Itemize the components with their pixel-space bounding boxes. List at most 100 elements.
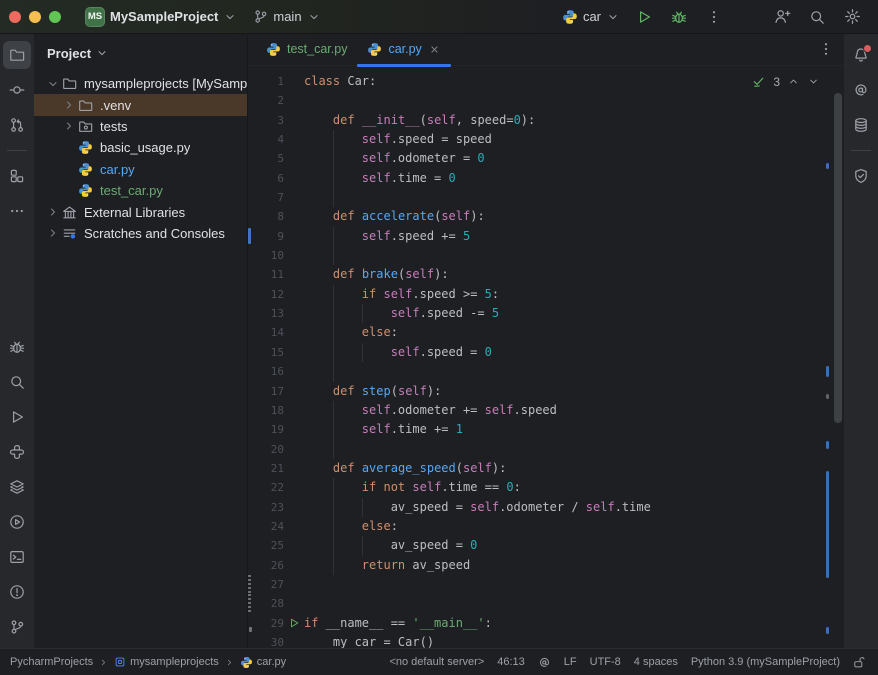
debug-button[interactable] [665,3,693,31]
tree-item-basic-usage-py[interactable]: basic_usage.py [34,137,247,158]
code-line-28[interactable]: 28 [248,594,844,613]
line-number[interactable]: 22 [248,478,284,497]
line-number[interactable]: 27 [248,575,284,594]
code-line-20[interactable]: 20 [248,440,844,459]
line-number[interactable]: 20 [248,440,284,459]
code-line-8[interactable]: 8 def accelerate(self): [248,207,844,226]
project-tool-icon[interactable] [3,41,31,69]
tree-item-scratches-and-consoles[interactable]: Scratches and Consoles [34,223,247,244]
code-line-7[interactable]: 7 [248,188,844,207]
pull-requests-tool-icon[interactable] [3,111,31,139]
line-number[interactable]: 7 [248,188,284,207]
commit-tool-icon[interactable] [3,76,31,104]
editor-tab-test-car-py[interactable]: test_car.py [256,33,357,66]
line-number[interactable]: 19 [248,420,284,439]
tree-item-car-py[interactable]: car.py [34,159,247,180]
chevron-down-icon[interactable] [44,77,62,91]
tree-item-mysampleprojects-mysampleproject[interactable]: mysampleprojects [MySampleProject] [34,73,247,94]
code-line-18[interactable]: 18 self.odometer += self.speed [248,401,844,420]
ai-assistant-icon[interactable] [847,76,875,104]
debug-tool-icon[interactable] [3,333,31,361]
code-line-29[interactable]: 29if __name__ == '__main__': [248,614,844,633]
problems-tool-icon[interactable] [3,578,31,606]
code-line-24[interactable]: 24 else: [248,517,844,536]
code-line-15[interactable]: 15 self.speed = 0 [248,343,844,362]
run-configuration-selector[interactable]: car [562,9,620,25]
line-number[interactable]: 6 [248,169,284,188]
more-actions-button[interactable] [700,3,728,31]
branch-widget[interactable]: main [253,9,320,24]
database-icon[interactable] [847,111,875,139]
line-number[interactable]: 12 [248,285,284,304]
breadcrumb-module[interactable]: mysampleprojects [114,656,219,668]
code-line-14[interactable]: 14 else: [248,323,844,342]
line-number[interactable]: 30 [248,633,284,648]
editor-scrollbar[interactable] [834,93,842,423]
code-line-27[interactable]: 27 [248,575,844,594]
code-line-22[interactable]: 22 if not self.time == 0: [248,478,844,497]
line-number[interactable]: 1 [248,72,284,91]
line-number[interactable]: 21 [248,459,284,478]
line-number[interactable]: 13 [248,304,284,323]
code-line-26[interactable]: 26 return av_speed [248,556,844,575]
line-number[interactable]: 8 [248,207,284,226]
code-line-10[interactable]: 10 [248,246,844,265]
code-line-11[interactable]: 11 def brake(self): [248,265,844,284]
line-number[interactable]: 24 [248,517,284,536]
line-number[interactable]: 14 [248,323,284,342]
line-number[interactable]: 23 [248,498,284,517]
code-line-5[interactable]: 5 self.odometer = 0 [248,149,844,168]
editor-tab-car-py[interactable]: car.py [357,33,450,66]
prev-problem-icon[interactable] [787,75,800,88]
search-everywhere-button[interactable] [803,3,831,31]
code-line-4[interactable]: 4 self.speed = speed [248,130,844,149]
file-encoding[interactable]: UTF-8 [590,656,621,668]
code-line-17[interactable]: 17 def step(self): [248,382,844,401]
indent-style[interactable]: 4 spaces [634,656,678,668]
next-problem-icon[interactable] [807,75,820,88]
zoom-window-button[interactable] [49,11,61,23]
line-number[interactable]: 9 [248,227,284,246]
code-editor[interactable]: 1class Car:23 def __init__(self, speed=0… [248,66,844,648]
line-number[interactable]: 5 [248,149,284,168]
code-line-25[interactable]: 25 av_speed = 0 [248,536,844,555]
breadcrumb-projects-root[interactable]: PycharmProjects [10,656,93,668]
more-tool-windows-icon[interactable] [3,197,31,225]
line-number[interactable]: 11 [248,265,284,284]
code-line-16[interactable]: 16 [248,362,844,381]
line-number[interactable]: 2 [248,91,284,110]
services-tool-icon[interactable] [3,508,31,536]
line-number[interactable]: 4 [248,130,284,149]
project-widget[interactable]: MS MySampleProject [85,7,237,27]
code-with-me-button[interactable] [768,3,796,31]
chevron-right-icon[interactable] [60,98,78,112]
line-number[interactable]: 25 [248,536,284,555]
line-separator[interactable]: LF [564,656,577,668]
code-line-19[interactable]: 19 self.time += 1 [248,420,844,439]
coverage-shield-icon[interactable] [847,162,875,190]
chevron-right-icon[interactable] [44,226,62,240]
ai-status-icon[interactable] [538,656,551,669]
run-button[interactable] [630,3,658,31]
line-number[interactable]: 18 [248,401,284,420]
caret-position[interactable]: 46:13 [497,656,525,668]
close-window-button[interactable] [9,11,21,23]
breadcrumb-file[interactable]: car.py [240,656,286,669]
tab-options-button[interactable] [818,41,834,57]
find-tool-icon[interactable] [3,368,31,396]
structure-tool-icon[interactable] [3,162,31,190]
project-panel-header[interactable]: Project [34,33,247,73]
run-tool-icon[interactable] [3,403,31,431]
code-line-12[interactable]: 12 if self.speed >= 5: [248,285,844,304]
line-number[interactable]: 16 [248,362,284,381]
line-number[interactable]: 15 [248,343,284,362]
line-number[interactable]: 29 [248,614,284,633]
python-console-tool-icon[interactable] [3,438,31,466]
code-line-6[interactable]: 6 self.time = 0 [248,169,844,188]
code-line-13[interactable]: 13 self.speed -= 5 [248,304,844,323]
terminal-tool-icon[interactable] [3,543,31,571]
python-packages-tool-icon[interactable] [3,473,31,501]
notifications-icon[interactable] [847,41,875,69]
version-control-tool-icon[interactable] [3,613,31,641]
line-number[interactable]: 28 [248,594,284,613]
